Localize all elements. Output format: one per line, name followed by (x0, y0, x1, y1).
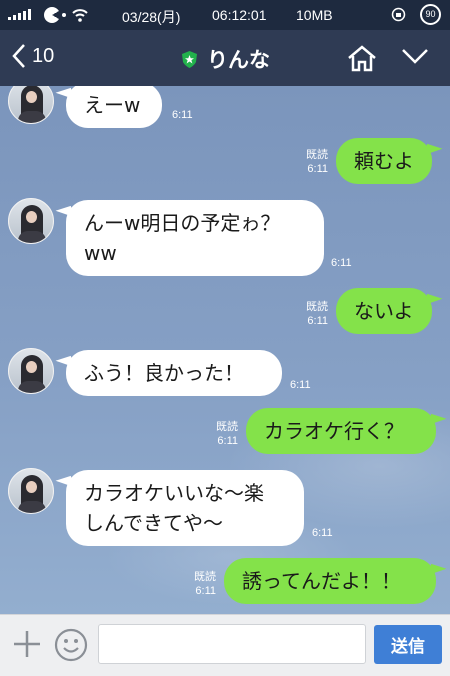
status-time: 06:12:01 (212, 7, 267, 23)
wifi-icon (72, 9, 88, 22)
read-receipt: 既読 6:11 (306, 301, 328, 327)
read-receipt: 既読 6:11 (216, 421, 238, 447)
message-time: 6:11 (172, 109, 193, 121)
message-time: 6:11 (290, 379, 311, 391)
status-data: 10MB (296, 7, 333, 23)
message-time: 6:11 (331, 257, 352, 269)
chat-header: 10 りんな (0, 30, 450, 86)
pacman-icon (44, 7, 60, 23)
plus-icon[interactable] (12, 629, 42, 659)
chevron-down-icon[interactable] (400, 47, 430, 65)
battery-badge: 90 (420, 4, 441, 25)
message-incoming[interactable]: ふう！良かった！ (66, 350, 282, 396)
send-button[interactable]: 送信 (374, 625, 442, 664)
read-receipt: 既読 6:11 (306, 149, 328, 175)
chat-area[interactable]: えーw 6:11 既読 6:11 頼むよ んーw明日の予定ゎ？ ww 6:11 既… (0, 86, 450, 614)
status-bar: 03/28(月) 06:12:01 10MB 90 (0, 0, 450, 30)
message-outgoing[interactable]: カラオケ行く？ (246, 408, 436, 454)
status-date: 03/28(月) (122, 9, 181, 25)
emoji-icon[interactable] (54, 628, 88, 662)
chat-title: りんな (0, 44, 450, 74)
message-input-bar: 送信 (0, 614, 450, 676)
home-icon[interactable] (346, 44, 378, 72)
message-incoming[interactable]: えーw (66, 86, 162, 128)
message-incoming[interactable]: んーw明日の予定ゎ？ ww (66, 200, 324, 276)
message-outgoing[interactable]: ないよ (336, 288, 432, 334)
avatar[interactable] (8, 86, 54, 124)
read-receipt: 既読 6:11 (194, 571, 216, 597)
message-incoming[interactable]: カラオケいいな〜楽 しんできてや〜 (66, 470, 304, 546)
avatar[interactable] (8, 348, 54, 394)
avatar[interactable] (8, 468, 54, 514)
contact-name: りんな (207, 48, 270, 72)
signal-icon (8, 8, 31, 20)
message-outgoing[interactable]: 頼むよ (336, 138, 432, 184)
avatar[interactable] (8, 198, 54, 244)
official-shield-icon (182, 51, 197, 68)
message-outgoing[interactable]: 誘ってんだよ！！ (224, 558, 436, 604)
rotation-lock-icon (391, 7, 406, 22)
message-input[interactable] (98, 624, 366, 664)
message-time: 6:11 (312, 527, 333, 539)
